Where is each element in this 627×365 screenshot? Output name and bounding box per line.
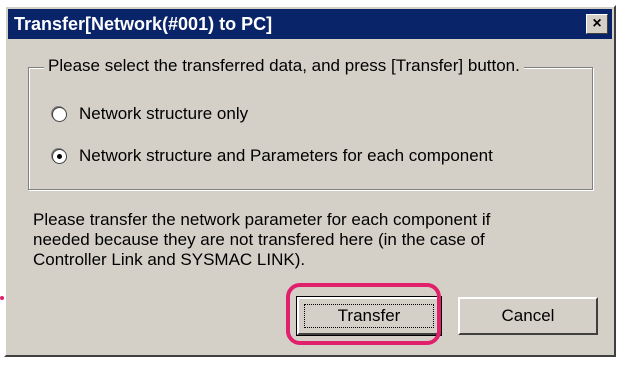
- note-line: needed because they are not transfered h…: [33, 230, 485, 249]
- dialog-title: Transfer[Network(#001) to PC]: [14, 14, 273, 34]
- transfer-highlight-callout: [286, 283, 441, 345]
- title-bar: Transfer[Network(#001) to PC] ×: [8, 9, 612, 39]
- radio-button-checked-icon[interactable]: [52, 148, 67, 164]
- cancel-button-label: Cancel: [501, 306, 555, 325]
- radio-button-icon[interactable]: [52, 106, 67, 122]
- close-button[interactable]: ×: [586, 14, 608, 34]
- radio-network-structure-only[interactable]: Network structure only: [52, 104, 248, 124]
- data-selection-group: [28, 67, 593, 190]
- radio-label: Network structure and Parameters for eac…: [79, 146, 493, 165]
- transfer-note: Please transfer the network parameter fo…: [33, 210, 593, 270]
- group-legend: Please select the transferred data, and …: [44, 56, 524, 76]
- cancel-button[interactable]: Cancel: [458, 297, 598, 335]
- close-icon: ×: [592, 15, 602, 32]
- note-line: Please transfer the network parameter fo…: [33, 210, 491, 229]
- radio-label: Network structure only: [79, 104, 249, 123]
- radio-network-structure-and-parameters[interactable]: Network structure and Parameters for eac…: [52, 146, 493, 166]
- note-line: Controller Link and SYSMAC LINK).: [33, 250, 306, 269]
